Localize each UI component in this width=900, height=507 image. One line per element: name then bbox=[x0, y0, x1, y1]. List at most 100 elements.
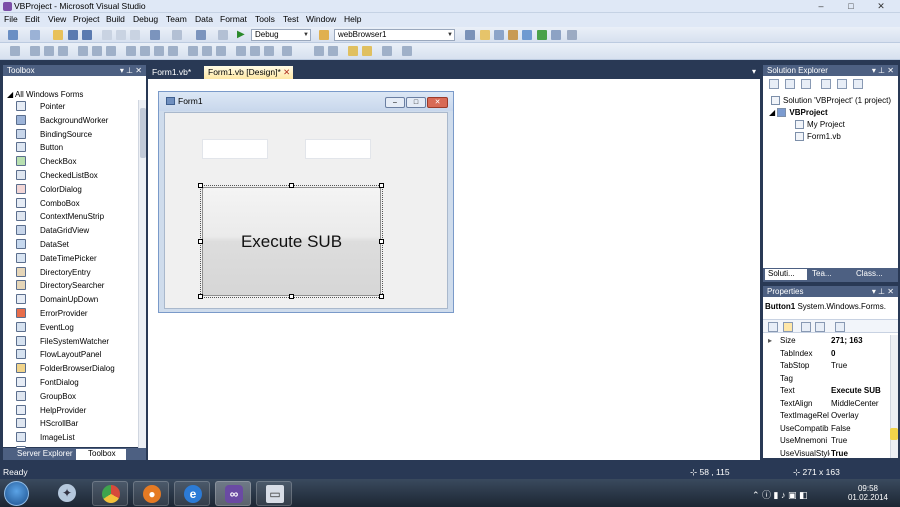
form1-vb-node[interactable]: Form1.vb bbox=[795, 132, 841, 141]
properties-toolbar-icon[interactable] bbox=[769, 79, 779, 89]
toolbox-item-pointer[interactable]: Pointer bbox=[15, 100, 135, 113]
tab-order-icon[interactable] bbox=[382, 46, 392, 56]
toolbox-item-directoryentry[interactable]: DirectoryEntry bbox=[15, 266, 135, 279]
property-row-textalign[interactable]: TextAlign MiddleCenter bbox=[763, 398, 889, 411]
align-middles-icon[interactable] bbox=[92, 46, 102, 56]
toolbox-item-domainupdown[interactable]: DomainUpDown bbox=[15, 293, 135, 306]
align-to-grid-icon[interactable] bbox=[10, 46, 20, 56]
decrease-spacing-icon[interactable] bbox=[216, 46, 226, 56]
menu-window[interactable]: Window bbox=[306, 14, 336, 24]
menu-view[interactable]: View bbox=[48, 14, 66, 24]
resize-handle-s[interactable] bbox=[289, 294, 294, 299]
toolbox-item-combobox[interactable]: ComboBox bbox=[15, 197, 135, 210]
make-same-height-icon[interactable] bbox=[140, 46, 150, 56]
toolbox-close-icon[interactable]: ▾ ⊥ ✕ bbox=[120, 65, 142, 76]
toolbox-item-hscrollbar[interactable]: HScrollBar bbox=[15, 417, 135, 430]
redo-icon[interactable] bbox=[172, 30, 182, 40]
properties-view-icon[interactable] bbox=[801, 322, 811, 332]
send-to-back-icon[interactable] bbox=[362, 46, 372, 56]
align-bottoms-icon[interactable] bbox=[106, 46, 116, 56]
view-code-icon[interactable] bbox=[821, 79, 831, 89]
server-explorer-tab[interactable]: Server Explorer bbox=[5, 449, 75, 460]
my-project-node[interactable]: My Project bbox=[795, 120, 845, 129]
increase-vertical-spacing-icon[interactable] bbox=[250, 46, 260, 56]
resize-handle-e[interactable] bbox=[379, 239, 384, 244]
menu-format[interactable]: Format bbox=[220, 14, 247, 24]
execute-sub-button[interactable]: Execute SUB bbox=[202, 187, 381, 296]
property-value[interactable]: Overlay bbox=[831, 411, 889, 420]
property-row-tabstop[interactable]: TabStop True bbox=[763, 360, 889, 373]
resize-handle-sw[interactable] bbox=[198, 294, 203, 299]
undo-icon[interactable] bbox=[150, 30, 160, 40]
cut-icon[interactable] bbox=[102, 30, 112, 40]
solution-node[interactable]: Solution 'VBProject' (1 project) bbox=[771, 96, 891, 105]
menu-build[interactable]: Build bbox=[106, 14, 125, 24]
object-selector[interactable]: Button1 System.Windows.Forms. bbox=[765, 302, 896, 311]
make-same-width-icon[interactable] bbox=[126, 46, 136, 56]
save-all-icon[interactable] bbox=[82, 30, 92, 40]
tab-class-view[interactable]: Class... bbox=[853, 269, 897, 280]
menu-project[interactable]: Project bbox=[73, 14, 99, 24]
menu-edit[interactable]: Edit bbox=[25, 14, 40, 24]
resize-handle-ne[interactable] bbox=[379, 183, 384, 188]
tab-form1-vb[interactable]: Form1.vb* bbox=[148, 66, 195, 79]
property-row-usevisualstyle[interactable]: UseVisualStyle True bbox=[763, 448, 889, 461]
minimize-button[interactable]: – bbox=[810, 0, 832, 12]
new-project-icon[interactable] bbox=[8, 30, 18, 40]
menu-help[interactable]: Help bbox=[344, 14, 361, 24]
toolbox-item-directorysearcher[interactable]: DirectorySearcher bbox=[15, 279, 135, 292]
toolbox-item-groupbox[interactable]: GroupBox bbox=[15, 390, 135, 403]
add-item-icon[interactable] bbox=[30, 30, 40, 40]
maximize-button[interactable]: □ bbox=[840, 0, 862, 12]
tab-solution-explorer[interactable]: Soluti... bbox=[765, 269, 807, 280]
tab-team-explorer[interactable]: Tea... bbox=[809, 269, 851, 280]
view-designer-icon[interactable] bbox=[837, 79, 847, 89]
property-value[interactable]: 271; 163 bbox=[831, 336, 889, 345]
form1-client-area[interactable]: Execute SUB bbox=[164, 112, 448, 309]
toolbox-item-datagridview[interactable]: DataGridView bbox=[15, 224, 135, 237]
start-page-icon[interactable] bbox=[537, 30, 547, 40]
toolbox-item-helpprovider[interactable]: HelpProvider bbox=[15, 404, 135, 417]
toolbox-category[interactable]: ◢ All Windows Forms bbox=[7, 90, 83, 99]
property-value[interactable]: True bbox=[831, 436, 889, 445]
solution-explorer-icon[interactable] bbox=[480, 30, 490, 40]
toolbox-item-dataset[interactable]: DataSet bbox=[15, 238, 135, 251]
command-window-icon[interactable] bbox=[567, 30, 577, 40]
resize-handle-nw[interactable] bbox=[198, 183, 203, 188]
solution-explorer-close-icon[interactable]: ▾ ⊥ ✕ bbox=[872, 65, 894, 76]
toolbox-item-button[interactable]: Button bbox=[15, 141, 135, 154]
property-value[interactable]: True bbox=[831, 361, 889, 370]
find-icon[interactable] bbox=[319, 30, 329, 40]
align-rights-icon[interactable] bbox=[58, 46, 68, 56]
property-row-text[interactable]: Text Execute SUB bbox=[763, 385, 889, 398]
toolbox-tab[interactable]: Toolbox bbox=[76, 449, 126, 460]
toolbox-item-colordialog[interactable]: ColorDialog bbox=[15, 183, 135, 196]
property-value[interactable]: False bbox=[831, 424, 889, 433]
property-row-usemnemoni[interactable]: UseMnemoni True bbox=[763, 435, 889, 448]
bring-to-front-icon[interactable] bbox=[348, 46, 358, 56]
find-combo[interactable]: webBrowser1 ▼ bbox=[334, 29, 455, 41]
close-button[interactable]: ✕ bbox=[870, 0, 892, 12]
project-node[interactable]: ◢ VBProject bbox=[769, 108, 828, 117]
toolbox-item-flowlayoutpanel[interactable]: FlowLayoutPanel bbox=[15, 348, 135, 361]
property-value[interactable]: Execute SUB bbox=[831, 386, 889, 395]
center-vertically-icon[interactable] bbox=[328, 46, 338, 56]
categorized-icon[interactable] bbox=[768, 322, 778, 332]
paste-icon[interactable] bbox=[130, 30, 140, 40]
extension-manager-icon[interactable] bbox=[551, 30, 561, 40]
property-value[interactable]: True bbox=[831, 449, 889, 458]
events-icon[interactable] bbox=[815, 322, 825, 332]
close-tab-icon[interactable]: ✕ bbox=[283, 67, 290, 77]
solution-configuration-select[interactable]: Debug ▼ bbox=[251, 29, 311, 41]
property-value[interactable]: 0 bbox=[831, 349, 889, 358]
menu-test[interactable]: Test bbox=[283, 14, 299, 24]
textbox-2[interactable] bbox=[305, 139, 371, 159]
property-row-tag[interactable]: Tag bbox=[763, 373, 889, 386]
firefox-taskbar-icon[interactable]: ● bbox=[133, 481, 169, 506]
property-row-size[interactable]: Size 271; 163 ▸ bbox=[763, 335, 889, 348]
navigate-back-icon[interactable] bbox=[196, 30, 206, 40]
visual-studio-taskbar-icon[interactable]: ∞ bbox=[215, 481, 251, 506]
show-all-files-icon[interactable] bbox=[785, 79, 795, 89]
navigate-forward-icon[interactable] bbox=[218, 30, 228, 40]
make-same-size-icon[interactable] bbox=[154, 46, 164, 56]
